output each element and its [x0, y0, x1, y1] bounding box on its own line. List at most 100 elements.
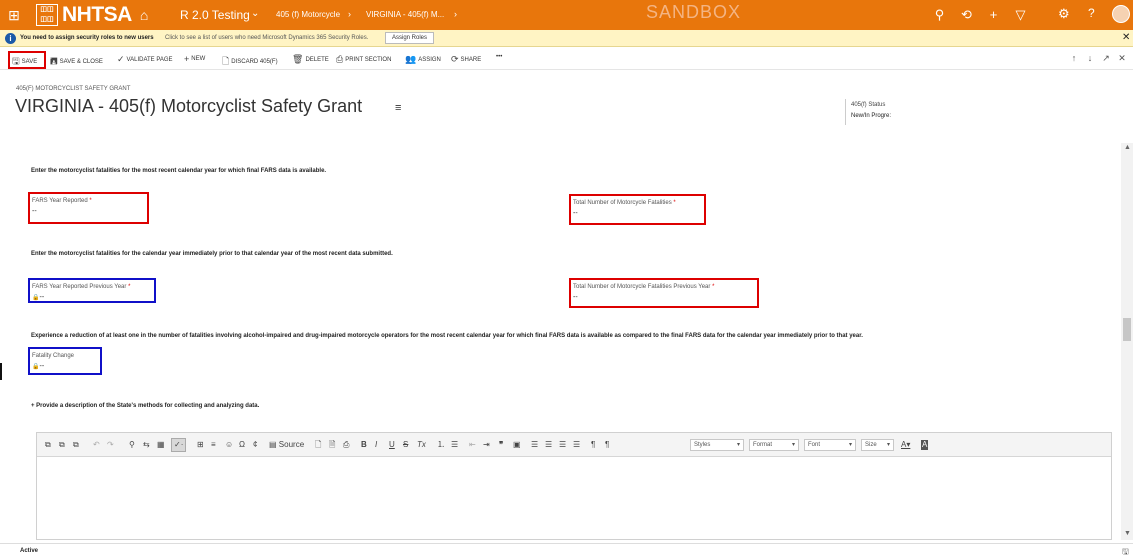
help-icon[interactable]: ? — [1088, 6, 1095, 20]
redo-icon[interactable]: ↷ — [107, 440, 114, 450]
new-label: NEW — [191, 56, 206, 62]
bold-icon[interactable]: B — [361, 440, 367, 450]
total-fatalities-prev-field[interactable]: Total Number of Motorcycle Fatalities Pr… — [569, 278, 759, 308]
search-icon[interactable]: ⚲ — [926, 6, 953, 24]
breadcrumb-entity[interactable]: 405 (f) Motorcycle — [276, 10, 340, 19]
field-value[interactable]: -- — [573, 294, 578, 301]
app-name[interactable]: R 2.0 Testing — [180, 8, 250, 22]
blockquote-icon[interactable]: ❞ — [499, 440, 503, 450]
close-icon[interactable]: ✕ — [1122, 32, 1130, 43]
required-mark: * — [673, 200, 676, 206]
avatar[interactable] — [1112, 5, 1130, 23]
underline-icon[interactable]: U — [389, 440, 395, 450]
spellcheck-icon[interactable]: ✓· — [171, 438, 187, 452]
total-fatalities-field[interactable]: Total Number of Motorcycle Fatalities * … — [569, 194, 706, 225]
scroll-thumb[interactable] — [1123, 318, 1131, 341]
filter-icon[interactable]: ▽ — [1007, 6, 1034, 24]
size-dropdown[interactable]: Size ▾ — [861, 439, 894, 451]
new-icon[interactable]: + — [980, 6, 1007, 24]
delete-label: DELETE — [305, 56, 329, 63]
italic-icon[interactable]: I — [375, 440, 377, 450]
background-color-icon[interactable]: A — [921, 440, 929, 450]
discard-button[interactable]: 🗋 DISCARD 405(F) — [222, 54, 278, 70]
select-all-icon[interactable]: ▦ — [157, 440, 165, 450]
numbered-list-icon[interactable]: ⒈ — [437, 440, 445, 450]
font-dropdown[interactable]: Font ▾ — [804, 439, 856, 451]
styles-dropdown[interactable]: Styles ▾ — [690, 439, 744, 451]
record-nav: ↑ ↓ ↗ ✕ — [1066, 53, 1130, 64]
text-color-icon[interactable]: A▾ — [901, 440, 910, 450]
notification-text[interactable]: Click to see a list of users who need Mi… — [165, 35, 368, 41]
ltr-icon[interactable]: ¶ — [591, 440, 595, 450]
home-icon[interactable]: ⌂ — [140, 7, 148, 23]
fars-year-field[interactable]: FARS Year Reported * -- — [28, 192, 149, 224]
remove-format-icon[interactable]: Tx — [417, 440, 426, 450]
size-label: Size — [865, 442, 877, 448]
table-icon[interactable]: ⊞ — [197, 440, 204, 450]
scroll-up-icon[interactable]: ▲ — [1124, 144, 1131, 151]
smiley-icon[interactable]: ☺ — [225, 440, 233, 450]
scroll-down-icon[interactable]: ▼ — [1124, 530, 1131, 537]
align-left-icon[interactable]: ☰ — [531, 440, 538, 450]
bulleted-list-icon[interactable]: ☰ — [451, 440, 458, 450]
print-section-button[interactable]: ⎙ PRINT SECTION — [336, 54, 391, 65]
chevron-right-icon[interactable]: › — [454, 9, 457, 19]
new-button[interactable]: + NEW — [184, 54, 205, 64]
paste-icon[interactable]: ⧉ — [73, 440, 79, 450]
find-icon[interactable]: ⚲ — [129, 440, 135, 450]
div-icon[interactable]: ▣ — [513, 440, 521, 450]
cut-icon[interactable]: ⧉ — [45, 440, 51, 450]
new-page-icon[interactable]: 🗋 — [315, 440, 321, 450]
horizontal-rule-icon[interactable]: ≡ — [211, 440, 216, 450]
assign-roles-button[interactable]: Assign Roles — [385, 32, 435, 44]
form-selector-icon[interactable]: ≡ — [395, 102, 401, 114]
pop-out-icon[interactable]: ↗ — [1098, 53, 1114, 64]
history-icon[interactable]: ⟲ — [953, 6, 980, 24]
indent-icon[interactable]: ⇥ — [483, 440, 490, 450]
replace-icon[interactable]: ⇆ — [143, 440, 150, 450]
chevron-down-icon: ▾ — [886, 442, 890, 448]
undo-icon[interactable]: ↶ — [93, 440, 100, 450]
special-char-icon[interactable]: Ω — [239, 440, 245, 450]
form-scrollbar[interactable] — [1121, 143, 1133, 540]
settings-icon[interactable]: ⚙ — [1058, 6, 1070, 22]
align-center-icon[interactable]: ☰ — [545, 440, 552, 450]
rtl-icon[interactable]: ¶ — [605, 440, 609, 450]
left-edge-marker — [0, 363, 2, 380]
status-bar: Active 🖫 — [0, 543, 1133, 558]
more-commands-button[interactable]: ••• — [496, 54, 502, 60]
nhtsa-logo[interactable]: ◫◫ ◫◫ NHTSA ⌂ — [36, 3, 148, 27]
validate-icon: ✓ — [117, 54, 125, 64]
print-icon[interactable]: ⎙ — [343, 440, 349, 450]
fatality-change-field[interactable]: Fatality Change 🔒-- — [28, 347, 102, 375]
chevron-down-icon[interactable]: ⌄ — [251, 8, 259, 19]
share-button[interactable]: ⟳ SHARE — [451, 54, 481, 65]
close-record-icon[interactable]: ✕ — [1114, 53, 1130, 64]
section-toggle-description[interactable]: + Provide a description of the State's m… — [31, 403, 259, 409]
arrow-up-icon[interactable]: ↑ — [1066, 53, 1082, 64]
delete-button[interactable]: 🗑 DELETE — [292, 54, 329, 65]
share-label: SHARE — [460, 56, 482, 63]
field-value[interactable]: -- — [573, 210, 578, 217]
assign-button[interactable]: 👥 ASSIGN — [405, 54, 441, 65]
top-nav-bar: ⊞ ◫◫ ◫◫ NHTSA ⌂ R 2.0 Testing ⌄ 405 (f) M… — [0, 0, 1133, 30]
app-launcher-icon[interactable]: ⊞ — [6, 7, 22, 23]
source-button[interactable]: ▤ Source — [269, 440, 304, 450]
outdent-icon[interactable]: ⇤ — [469, 440, 476, 450]
format-dropdown[interactable]: Format ▾ — [749, 439, 799, 451]
breadcrumb-record[interactable]: VIRGINIA - 405(f) M... — [366, 10, 444, 19]
instruction-current-year: Enter the motorcyclist fatalities for th… — [31, 168, 327, 174]
save-close-button[interactable]: 🖪 SAVE & CLOSE — [50, 54, 103, 70]
required-mark: * — [128, 284, 131, 290]
preview-icon[interactable]: 🗎 — [329, 440, 335, 450]
justify-icon[interactable]: ☰ — [573, 440, 580, 450]
fars-year-prev-field[interactable]: FARS Year Reported Previous Year * 🔒-- — [28, 278, 156, 303]
align-right-icon[interactable]: ☰ — [559, 440, 566, 450]
rich-text-editor[interactable]: ⧉ ⧉ ⧉ ↶ ↷ ⚲ ⇆ ▦ ✓· ⊞ ≡ ☺ Ω ¢ ▤ Source 🗋 … — [36, 432, 1112, 540]
validate-page-button[interactable]: ✓ VALIDATE PAGE — [117, 54, 173, 65]
iframe-icon[interactable]: ¢ — [253, 440, 257, 450]
strikethrough-icon[interactable]: S — [403, 440, 408, 450]
field-value[interactable]: -- — [32, 208, 37, 215]
copy-icon[interactable]: ⧉ — [59, 440, 65, 450]
arrow-down-icon[interactable]: ↓ — [1082, 53, 1098, 64]
